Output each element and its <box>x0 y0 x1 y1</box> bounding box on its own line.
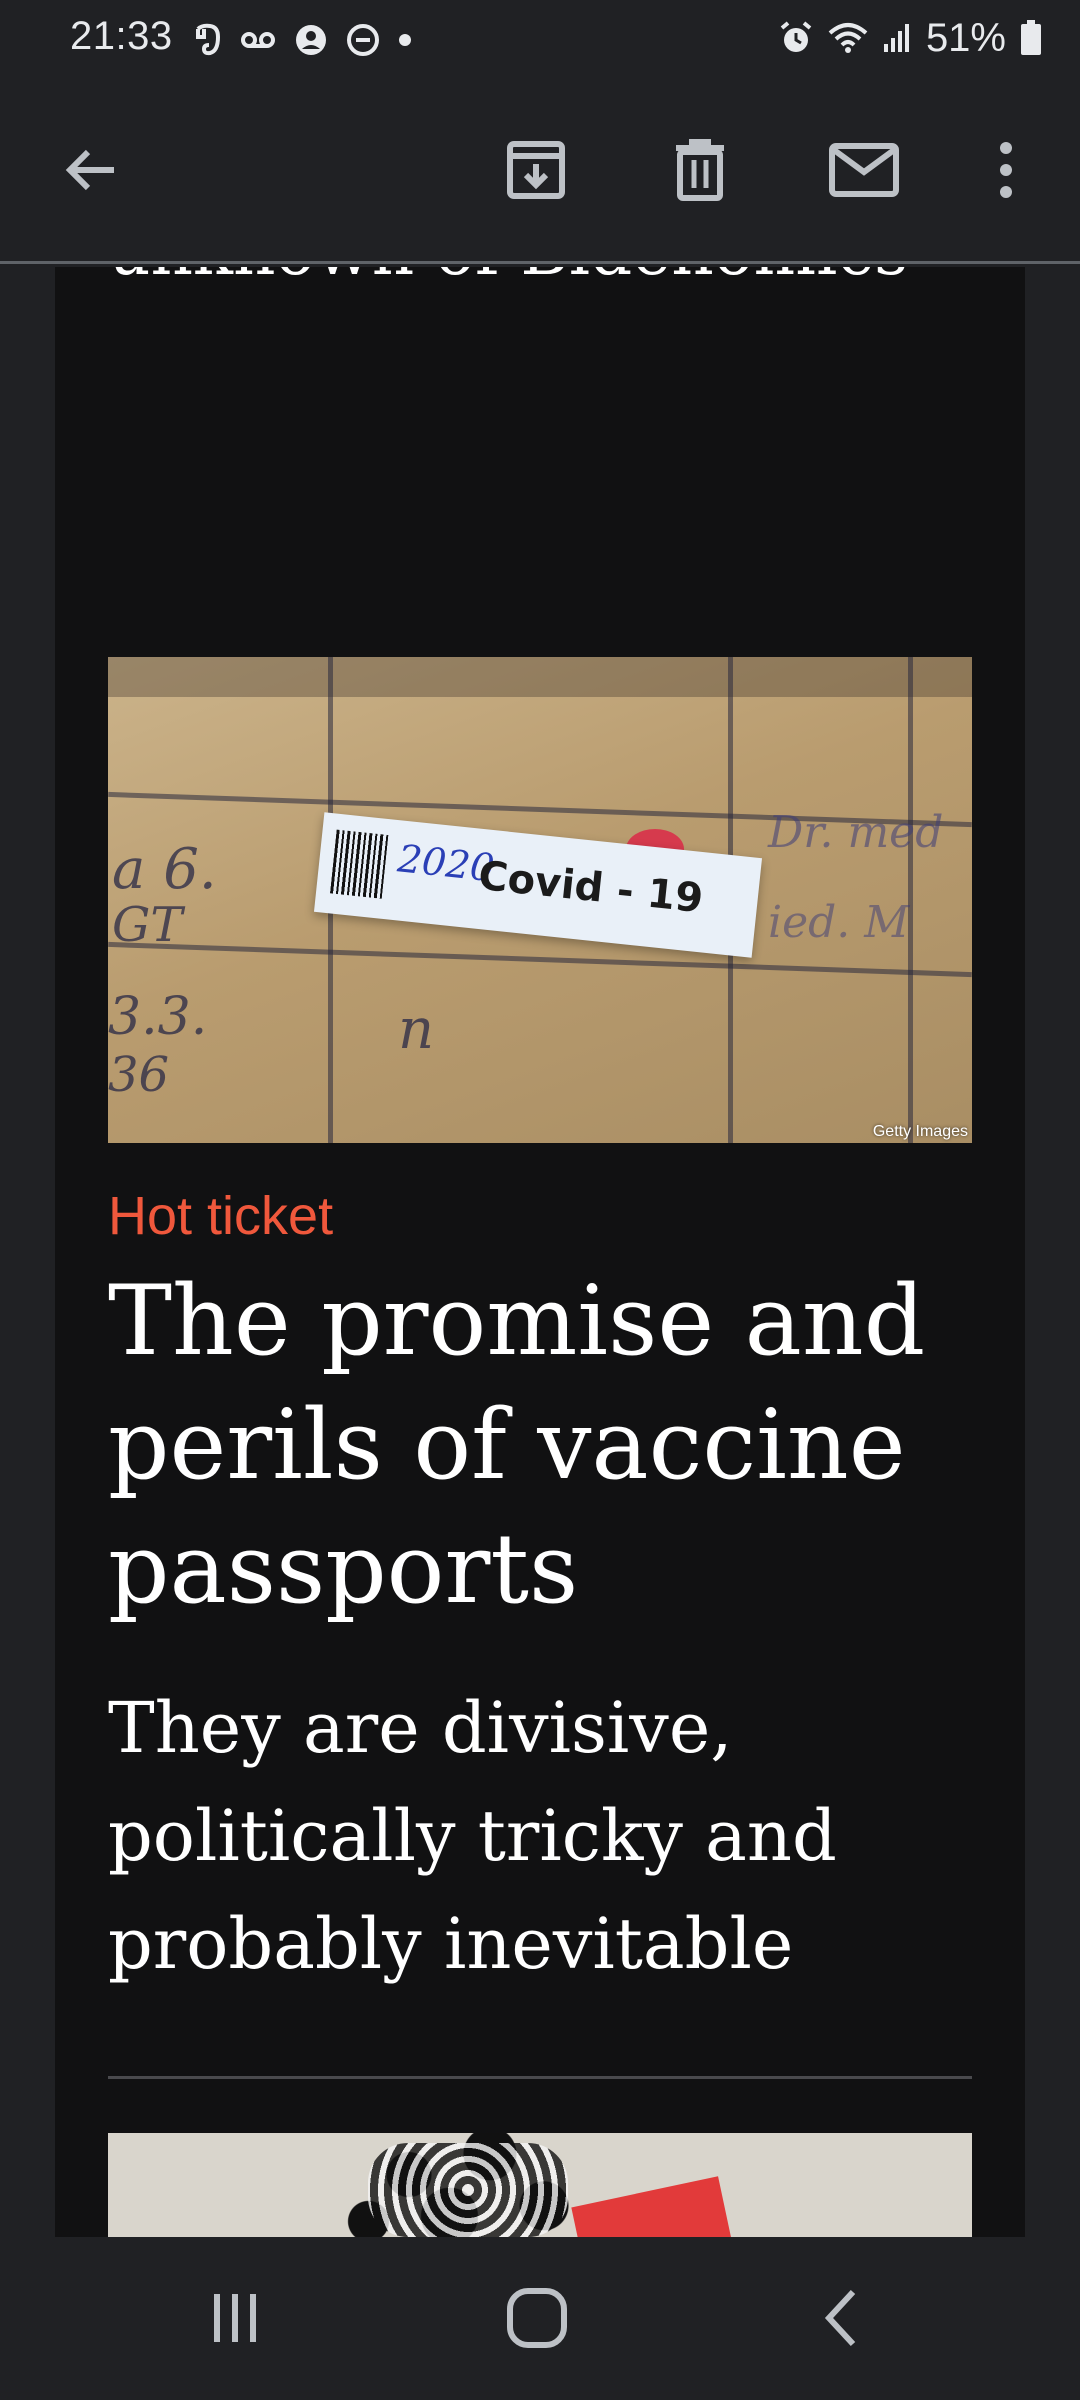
article-kicker[interactable]: Hot ticket <box>108 1185 333 1247</box>
covid-sticker: 2020 Covid - 19 <box>313 812 763 958</box>
back-button[interactable] <box>50 128 134 212</box>
system-navigation-bar <box>0 2238 1080 2400</box>
delete-button[interactable] <box>658 128 742 212</box>
archive-icon <box>507 141 565 199</box>
notification-dot-icon <box>398 33 412 47</box>
status-bar: 21:33 51% <box>0 0 1080 78</box>
mark-unread-icon <box>829 143 899 197</box>
mark-unread-button[interactable] <box>822 128 906 212</box>
recents-icon <box>214 2294 256 2342</box>
evernote-icon <box>192 23 222 57</box>
back-icon <box>824 2289 856 2347</box>
next-article-image[interactable] <box>108 2133 972 2237</box>
article-headline[interactable]: The promise and perils of vaccine passpo… <box>108 1259 988 1631</box>
delete-icon <box>676 139 724 201</box>
email-body: unknown of Bidenomics a 6. GT 3.3. 36 n … <box>55 267 1025 2237</box>
battery-percent: 51% <box>925 15 1006 60</box>
voicemail-icon <box>240 29 276 51</box>
email-app-bar <box>0 78 1080 264</box>
vaccine-certificate-image[interactable]: a 6. GT 3.3. 36 n Dr. med ied. M 2020 Co… <box>108 657 972 1143</box>
back-arrow-icon <box>65 149 114 191</box>
alarm-icon <box>778 20 814 56</box>
status-icons-right: 51% <box>778 14 1042 62</box>
more-options-icon <box>1000 142 1012 198</box>
status-time: 21:33 <box>70 14 173 58</box>
archive-button[interactable] <box>494 128 578 212</box>
nav-back-button[interactable] <box>796 2278 886 2358</box>
home-button[interactable] <box>492 2278 582 2358</box>
recents-button[interactable] <box>190 2278 280 2358</box>
sticker-text: Covid - 19 <box>476 852 706 923</box>
do-not-disturb-icon <box>346 23 380 57</box>
image-credit: Getty Images <box>872 1123 968 1140</box>
previous-article-headline[interactable]: unknown of Bidenomics <box>108 267 988 309</box>
account-icon <box>294 23 328 57</box>
status-icons-left <box>192 20 412 60</box>
battery-icon <box>1020 20 1042 56</box>
more-options-button[interactable] <box>964 128 1048 212</box>
wifi-icon <box>828 21 868 55</box>
article-divider <box>108 2076 972 2079</box>
home-icon <box>507 2288 567 2348</box>
signal-icon <box>882 22 912 54</box>
article-standfirst[interactable]: They are divisive, politically tricky an… <box>108 1674 988 1998</box>
barcode <box>329 829 389 899</box>
